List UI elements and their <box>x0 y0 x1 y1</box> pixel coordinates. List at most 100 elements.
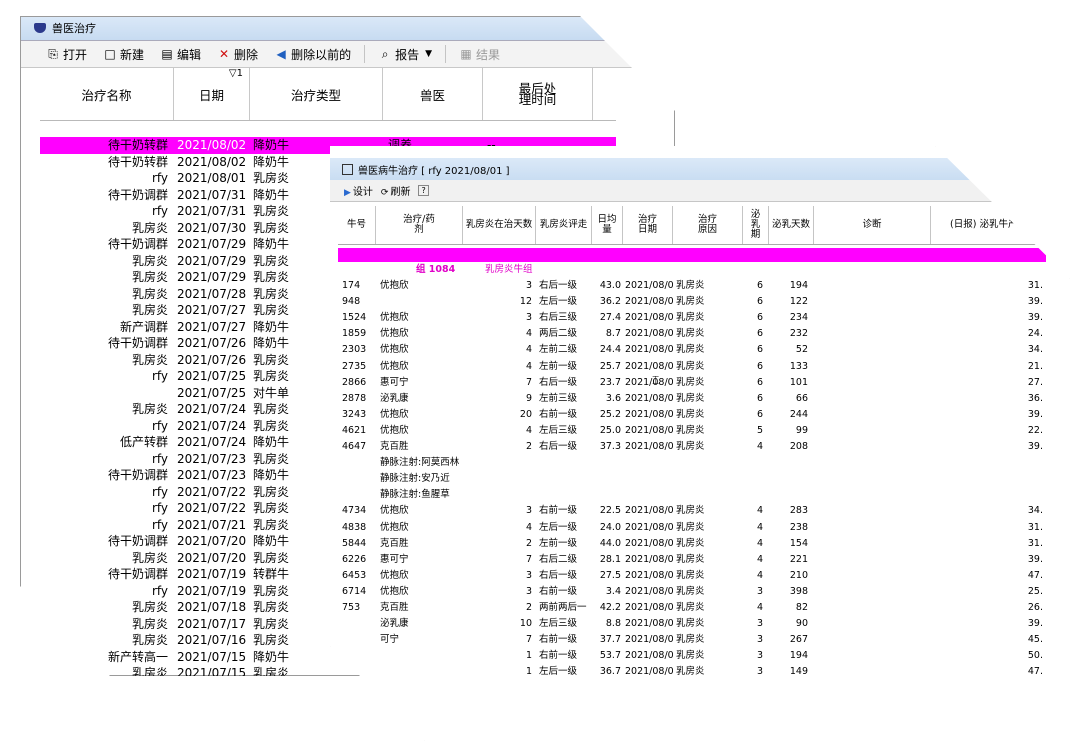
cell-date: 2021/07/17 <box>177 616 247 631</box>
cell-lact-days: 221 <box>789 553 808 565</box>
cell-diagnosis <box>814 632 931 648</box>
col-header-days[interactable]: 乳房炎在治天数 <box>463 206 536 244</box>
col-header-grade[interactable]: 乳房炎评走 <box>536 206 592 244</box>
cell-lact-days: 52 <box>795 344 808 356</box>
design-button[interactable]: ▶ 设计 <box>344 183 373 198</box>
table-row[interactable]: 泌乳康 10 左后三级 8.8 2021/08/01乳房炎 3 90 39. <box>338 616 1046 632</box>
cell-drug <box>376 648 463 664</box>
table-row[interactable]: 4838 优抱欣 4 左后一级 24.0 2021/08/01乳房炎 4 238 31. <box>338 520 1046 536</box>
table-row[interactable]: 6714 优抱欣 3 右前一级 3.4 2021/08/01乳房炎 3 398 25. <box>338 584 1046 600</box>
cell-dose: 53.7 <box>599 650 621 662</box>
cell-name: rfy <box>151 517 168 532</box>
col-header-drug[interactable]: 治疗/药剂 <box>376 206 463 244</box>
cell-date: 2021/08/01 <box>625 569 673 581</box>
group-row[interactable]: 组 1084 乳房炎牛组 <box>338 262 1046 278</box>
col-header-cow-id[interactable]: 牛号 <box>338 206 376 244</box>
col-header-diagnosis[interactable]: 诊断 <box>814 206 931 244</box>
cell-dose: 27.5 <box>599 569 621 581</box>
table-row[interactable]: 静脉注射:安乃近 <box>338 471 1046 487</box>
table-row[interactable]: 静脉注射:鱼腥草 <box>338 487 1046 503</box>
cell-milk: 39. <box>1027 296 1043 308</box>
cell-days: 3 <box>525 312 532 324</box>
cell-date: 2021/08/01 <box>625 376 673 388</box>
cell-cause: 乳房炎 <box>676 585 705 597</box>
cell-days: 3 <box>525 280 532 292</box>
table-row[interactable]: 1 右前一级 53.7 2021/08/01乳房炎 3 194 50. <box>338 648 1046 664</box>
cell-date: 2021/07/15 <box>177 666 247 680</box>
table-row[interactable]: 3243 优抱欣 20 右前一级 25.2 2021/08/01乳房炎 6 244 39. <box>338 407 1046 423</box>
cell-parity: 6 <box>756 360 763 372</box>
cell-name: 待干奶调群 <box>107 336 168 350</box>
cell-name: 乳房炎 <box>131 633 168 647</box>
cell-drug: 优抱欣 <box>380 280 409 292</box>
cell-lact-days: 66 <box>795 392 808 404</box>
table-row[interactable]: 6453 优抱欣 3 右后一级 27.5 2021/08/01乳房炎 4 210 47. <box>338 568 1046 584</box>
table-row[interactable]: 1859 优抱欣 4 两后二级 8.7 2021/08/01乳房炎 6 232 24. <box>338 326 1046 342</box>
cell-milk: 50. <box>1027 650 1043 662</box>
cell-name: rfy <box>151 171 168 185</box>
col-header-vet[interactable]: 兽医 <box>383 68 483 120</box>
cell-diagnosis <box>814 407 931 423</box>
col-header-date[interactable]: ▽1 日期 <box>174 68 250 120</box>
table-row[interactable]: 174 优抱欣 3 右后一级 43.0 2021/08/01乳房炎 6 194 31. <box>338 278 1046 294</box>
cell-date: 2021/07/29 <box>177 270 247 284</box>
cell-cow-id: 4621 <box>342 424 367 436</box>
cell-name: rfy <box>151 501 168 515</box>
col-header-date[interactable]: 治疗日期 <box>623 206 673 244</box>
table-row[interactable]: 753 克百胜 2 两前两后一 42.2 2021/08/01乳房炎 4 82 26. <box>338 600 1046 616</box>
cell-drug: 优抱欣 <box>380 360 409 372</box>
cell-name: 乳房炎 <box>131 616 168 631</box>
table-row[interactable]: 2303 优抱欣 4 左前二级 24.4 2021/08/01乳房炎 6 52 34. <box>338 342 1046 358</box>
table-row[interactable]: 5844 克百胜 2 左前一级 44.0 2021/08/01乳房炎 4 154 31. <box>338 536 1046 552</box>
table-row[interactable]: 2735 优抱欣 4 左前一级 25.7 2021/08/01乳房炎 6 133 21. <box>338 359 1046 375</box>
help-button[interactable]: ? <box>418 185 429 196</box>
col-header-type[interactable]: 治疗类型 <box>250 68 383 120</box>
mouse-cursor-icon: ⌶ <box>652 373 660 387</box>
table-row[interactable]: 4621 优抱欣 4 左后三级 25.0 2021/08/01乳房炎 5 99 22. <box>338 423 1046 439</box>
cell-dose: 22.5 <box>599 505 621 517</box>
cell-days: 4 <box>525 424 532 436</box>
cell-milk: 31. <box>1027 280 1043 292</box>
table-row[interactable]: 静脉注射:阿莫西林 <box>338 455 1046 471</box>
cell-diagnosis <box>814 584 931 600</box>
cell-drug: 优抱欣 <box>380 505 409 517</box>
col-header-milk[interactable]: (日报) 泌乳牛产量 <box>931 206 1046 244</box>
col-header-cause[interactable]: 治疗原因 <box>673 206 743 244</box>
cell-name: 乳房炎 <box>131 666 168 680</box>
table-row[interactable]: 可宁 7 右前一级 37.7 2021/08/01乳房炎 3 267 45. <box>338 632 1046 648</box>
cell-grade: 左后一级 <box>539 521 578 533</box>
cell-grade: 左后三级 <box>539 424 578 436</box>
cell-diagnosis <box>814 294 931 310</box>
cell-parity: 6 <box>756 344 763 356</box>
col-header-last-time[interactable]: 最后处理时间 <box>483 68 593 120</box>
cell-parity: 4 <box>756 441 763 453</box>
cell-date: 2021/07/20 <box>177 534 247 548</box>
table-row[interactable]: 6226 惠可宁 7 右后二级 28.1 2021/08/01乳房炎 4 221 39. <box>338 552 1046 568</box>
cell-drug: 克百胜 <box>380 441 409 453</box>
table-row[interactable]: 1524 优抱欣 3 右后三级 27.4 2021/08/01乳房炎 6 234 39. <box>338 310 1046 326</box>
col-header-dose[interactable]: 日均量 <box>592 206 623 244</box>
cell-date: 2021/07/29 <box>177 237 247 251</box>
col-header-parity[interactable]: 泌乳期 <box>743 206 769 244</box>
cell-cause: 乳房炎 <box>676 360 705 372</box>
table-row[interactable]: 4734 优抱欣 3 右前一级 22.5 2021/08/01乳房炎 4 283 34. <box>338 503 1046 519</box>
cell-days: 3 <box>525 569 532 581</box>
cell-cow-id: 5844 <box>342 537 367 549</box>
cell-dose <box>592 455 623 471</box>
cell-date: 2021/08/01 <box>625 650 673 662</box>
col-header-name[interactable]: 治疗名称 <box>40 68 174 120</box>
table-row[interactable]: 2866 惠可宁 7 右后一级 23.7 2021/08/01乳房炎 6 101 27. <box>338 375 1046 391</box>
cell-date: 2021/08/01 <box>625 328 673 340</box>
cell-diagnosis <box>814 616 931 632</box>
table-row[interactable]: 1 左后一级 36.7 2021/08/01乳房炎 3 149 47. <box>338 664 1046 680</box>
selected-row-bar[interactable] <box>338 248 1046 262</box>
cell-name: 低产转群 <box>119 435 168 449</box>
refresh-button[interactable]: ⟳ 刷新 <box>381 183 411 198</box>
table-row[interactable]: 2878泌乳康9左前三级3.62021/08/01乳房炎66636. <box>338 391 1046 407</box>
cell-lact-days <box>769 455 814 471</box>
cell-lact-days: 154 <box>789 537 808 549</box>
table-row[interactable]: 4647 克百胜 2 右后一级 37.3 2021/08/01乳房炎 4 208 39. <box>338 439 1046 455</box>
cell-parity: 4 <box>756 569 763 581</box>
table-row[interactable]: 948 12 左后一级 36.2 2021/08/01乳房炎 6 122 39. <box>338 294 1046 310</box>
col-header-lact-days[interactable]: 泌乳天数 <box>769 206 814 244</box>
